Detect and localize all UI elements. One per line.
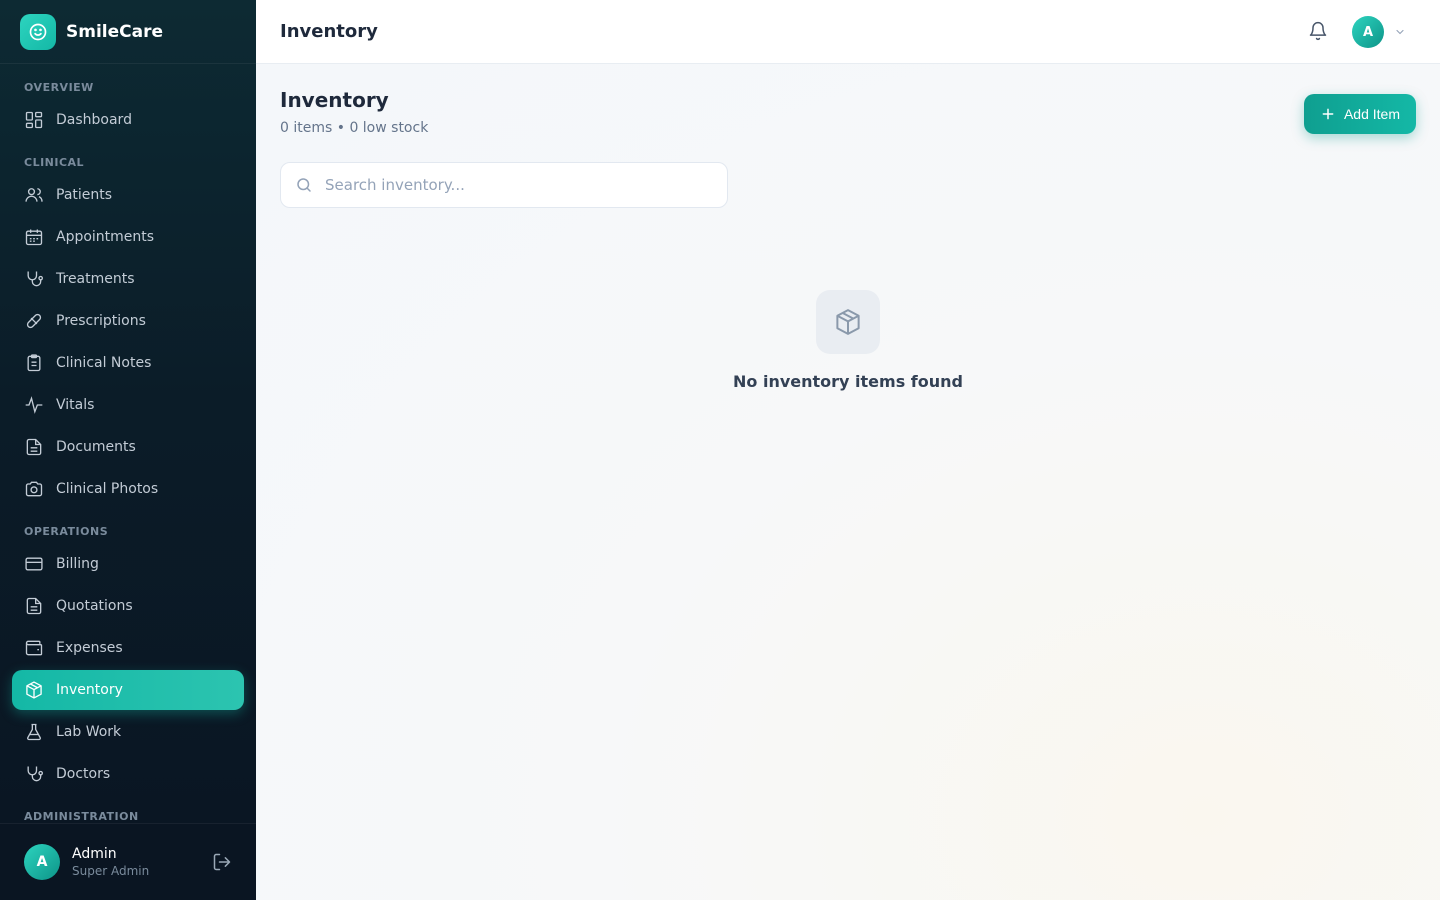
sidebar-item-label: Prescriptions bbox=[56, 313, 146, 329]
section-label-clinical: CLINICAL bbox=[24, 156, 85, 169]
sidebar-item-appointments[interactable]: Appointments bbox=[12, 217, 244, 257]
package-icon bbox=[26, 681, 42, 699]
search-input[interactable] bbox=[325, 176, 705, 194]
logout-icon[interactable] bbox=[212, 852, 232, 872]
package-icon bbox=[836, 309, 860, 335]
sidebar-item-label: Lab Work bbox=[56, 724, 122, 740]
brand[interactable]: SmileCare bbox=[0, 0, 256, 64]
page-title: Inventory bbox=[280, 88, 389, 112]
users-icon bbox=[25, 188, 43, 202]
app-name: SmileCare bbox=[66, 21, 164, 42]
smile-logo-icon bbox=[20, 13, 56, 50]
sidebar-item-label: Inventory bbox=[56, 682, 123, 698]
sidebar-item-label: Documents bbox=[56, 439, 136, 455]
sidebar-item-treatments[interactable]: Treatments bbox=[12, 259, 244, 299]
flask-icon bbox=[27, 723, 41, 741]
avatar: A bbox=[24, 844, 60, 880]
sidebar-item-label: Billing bbox=[56, 556, 99, 572]
file-text-icon bbox=[26, 597, 42, 615]
sidebar-item-label: Quotations bbox=[56, 598, 133, 614]
stethoscope-icon bbox=[27, 271, 44, 287]
avatar[interactable]: A bbox=[1352, 16, 1384, 48]
sidebar-item-patients[interactable]: Patients bbox=[12, 175, 244, 215]
sidebar-item-label: Treatments bbox=[56, 271, 135, 287]
sidebar-item-label: Appointments bbox=[56, 229, 155, 245]
sidebar-item-billing[interactable]: Billing bbox=[12, 544, 244, 584]
pill-icon bbox=[26, 313, 42, 329]
sidebar-item-inventory[interactable]: Inventory bbox=[12, 670, 244, 710]
section-label-operations: OPERATIONS bbox=[24, 525, 109, 538]
layout-grid-icon bbox=[25, 111, 43, 129]
section-label-overview: OVERVIEW bbox=[24, 81, 94, 94]
stethoscope-icon bbox=[27, 766, 44, 782]
calendar-icon bbox=[25, 229, 43, 246]
empty-state-icon-box bbox=[816, 290, 880, 354]
chevron-down-icon[interactable] bbox=[1394, 26, 1406, 38]
sidebar-item-expenses[interactable]: Expenses bbox=[12, 628, 244, 668]
file-text-icon bbox=[26, 438, 42, 456]
sidebar-item-dashboard[interactable]: Dashboard bbox=[12, 100, 244, 140]
sidebar-item-clinical-notes[interactable]: Clinical Notes bbox=[12, 343, 244, 383]
sidebar-item-clinical-photos[interactable]: Clinical Photos bbox=[12, 469, 244, 509]
main-content: Inventory 0 items • 0 low stock Add Item… bbox=[256, 64, 1440, 900]
sidebar-nav: OVERVIEW Dashboard CLINICAL Patients App… bbox=[0, 64, 256, 823]
sidebar-item-label: Dashboard bbox=[56, 112, 132, 128]
user-card[interactable]: A Admin Super Admin bbox=[0, 823, 256, 900]
credit-card-icon bbox=[25, 557, 43, 571]
sidebar-item-lab-work[interactable]: Lab Work bbox=[12, 712, 244, 752]
activity-icon bbox=[25, 396, 43, 414]
user-role: Super Admin bbox=[72, 864, 150, 878]
add-item-button[interactable]: Add Item bbox=[1303, 94, 1416, 134]
empty-state: No inventory items found bbox=[256, 290, 1440, 391]
page-subtitle: 0 items • 0 low stock bbox=[280, 120, 429, 136]
sidebar-item-prescriptions[interactable]: Prescriptions bbox=[12, 301, 244, 341]
sidebar-item-label: Clinical Photos bbox=[56, 481, 159, 497]
sidebar-item-label: Doctors bbox=[56, 766, 111, 782]
topbar: Inventory A bbox=[256, 0, 1440, 64]
wallet-icon bbox=[25, 640, 43, 656]
clipboard-icon bbox=[27, 354, 41, 372]
sidebar-item-documents[interactable]: Documents bbox=[12, 427, 244, 467]
sidebar-item-quotations[interactable]: Quotations bbox=[12, 586, 244, 626]
empty-state-message: No inventory items found bbox=[733, 372, 963, 391]
bell-icon[interactable] bbox=[1308, 21, 1328, 41]
topbar-title: Inventory bbox=[280, 21, 378, 42]
sidebar-item-label: Patients bbox=[56, 187, 113, 203]
search-icon bbox=[297, 178, 311, 192]
sidebar-item-label: Expenses bbox=[56, 640, 123, 656]
camera-icon bbox=[25, 481, 43, 497]
user-name: Admin bbox=[72, 846, 117, 862]
add-item-label: Add Item bbox=[1343, 106, 1400, 122]
sidebar-item-label: Clinical Notes bbox=[56, 355, 152, 371]
plus-icon bbox=[1322, 108, 1334, 120]
sidebar: SmileCare OVERVIEW Dashboard CLINICAL Pa… bbox=[0, 0, 256, 900]
search-box[interactable] bbox=[280, 162, 728, 208]
section-label-administration: ADMINISTRATION bbox=[24, 810, 139, 823]
sidebar-item-label: Vitals bbox=[56, 397, 95, 413]
sidebar-item-doctors[interactable]: Doctors bbox=[12, 754, 244, 794]
sidebar-item-vitals[interactable]: Vitals bbox=[12, 385, 244, 425]
